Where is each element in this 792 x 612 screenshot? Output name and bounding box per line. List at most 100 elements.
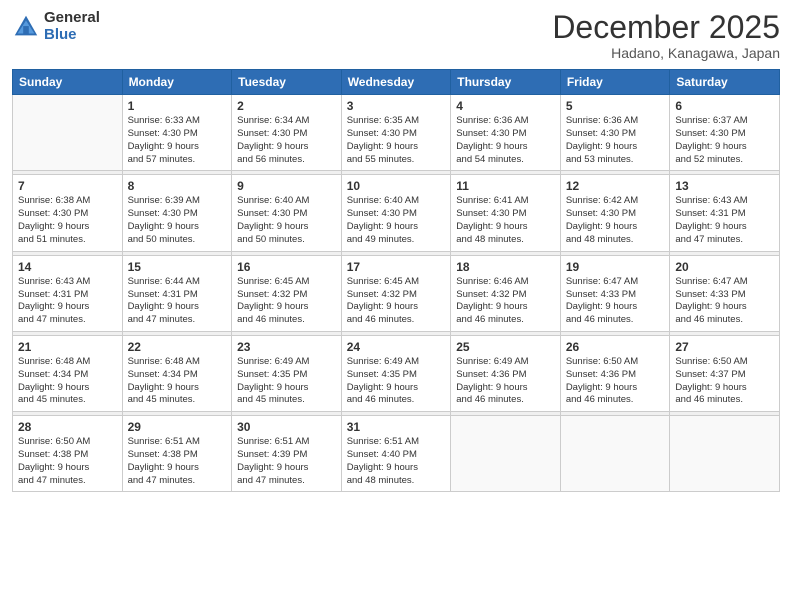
day-number: 9 [237, 179, 336, 193]
calendar-cell: 5Sunrise: 6:36 AMSunset: 4:30 PMDaylight… [560, 95, 670, 171]
day-number: 20 [675, 260, 774, 274]
day-info: Sunrise: 6:36 AMSunset: 4:30 PMDaylight:… [456, 115, 555, 166]
location-subtitle: Hadano, Kanagawa, Japan [552, 45, 780, 61]
calendar-cell [670, 416, 780, 492]
day-header-tuesday: Tuesday [232, 70, 342, 95]
day-number: 6 [675, 99, 774, 113]
day-info: Sunrise: 6:49 AMSunset: 4:36 PMDaylight:… [456, 356, 555, 407]
calendar-cell: 16 Sunrise: 6:45 AMSunset: 4:32 PMDayligh… [232, 255, 342, 331]
day-number: 10 [347, 179, 446, 193]
day-info: Sunrise: 6:45 AMSunset: 4:32 PMDaylight:… [237, 276, 336, 327]
day-number: 8 [128, 179, 227, 193]
calendar-table: SundayMondayTuesdayWednesdayThursdayFrid… [12, 69, 780, 492]
day-info: Sunrise: 6:34 AMSunset: 4:30 PMDaylight:… [237, 115, 336, 166]
day-number: 11 [456, 179, 555, 193]
calendar-cell: 31Sunrise: 6:51 AMSunset: 4:40 PMDayligh… [341, 416, 451, 492]
calendar-cell [560, 416, 670, 492]
calendar-cell: 29 Sunrise: 6:51 AMSunset: 4:38 PMDayligh… [122, 416, 232, 492]
day-info: Sunrise: 6:51 AMSunset: 4:39 PMDaylight:… [237, 436, 336, 487]
calendar-cell: 27 Sunrise: 6:50 AMSunset: 4:37 PMDayligh… [670, 335, 780, 411]
day-header-thursday: Thursday [451, 70, 561, 95]
day-number: 12 [566, 179, 665, 193]
day-number: 2 [237, 99, 336, 113]
calendar-cell: 23 Sunrise: 6:49 AMSunset: 4:35 PMDayligh… [232, 335, 342, 411]
day-number: 27 [675, 340, 774, 354]
day-number: 30 [237, 420, 336, 434]
calendar-cell: 28 Sunrise: 6:50 AMSunset: 4:38 PMDayligh… [13, 416, 123, 492]
calendar-cell: 24 Sunrise: 6:49 AMSunset: 4:35 PMDayligh… [341, 335, 451, 411]
day-info: Sunrise: 6:40 AMSunset: 4:30 PMDaylight:… [347, 195, 446, 246]
calendar-cell: 20 Sunrise: 6:47 AMSunset: 4:33 PMDayligh… [670, 255, 780, 331]
header: General Blue December 2025 Hadano, Kanag… [12, 10, 780, 61]
day-number: 28 [18, 420, 117, 434]
day-info: Sunrise: 6:42 AMSunset: 4:30 PMDaylight:… [566, 195, 665, 246]
day-info: Sunrise: 6:49 AMSunset: 4:35 PMDaylight:… [237, 356, 336, 407]
day-number: 29 [128, 420, 227, 434]
calendar-cell: 26 Sunrise: 6:50 AMSunset: 4:36 PMDayligh… [560, 335, 670, 411]
calendar-cell: 17Sunrise: 6:45 AMSunset: 4:32 PMDayligh… [341, 255, 451, 331]
month-title: December 2025 [552, 10, 780, 45]
day-info: Sunrise: 6:41 AMSunset: 4:30 PMDaylight:… [456, 195, 555, 246]
day-info: Sunrise: 6:33 AMSunset: 4:30 PMDaylight:… [128, 115, 227, 166]
calendar-cell: 12 Sunrise: 6:42 AMSunset: 4:30 PMDayligh… [560, 175, 670, 251]
day-number: 22 [128, 340, 227, 354]
week-row-2: 7 Sunrise: 6:38 AMSunset: 4:30 PMDaylight… [13, 175, 780, 251]
day-number: 26 [566, 340, 665, 354]
calendar-cell: 6 Sunrise: 6:37 AMSunset: 4:30 PMDaylight… [670, 95, 780, 171]
calendar-cell: 18 Sunrise: 6:46 AMSunset: 4:32 PMDayligh… [451, 255, 561, 331]
calendar-cell: 9 Sunrise: 6:40 AMSunset: 4:30 PMDaylight… [232, 175, 342, 251]
logo-general-text: General [44, 10, 100, 27]
day-header-row: SundayMondayTuesdayWednesdayThursdayFrid… [13, 70, 780, 95]
week-row-5: 28 Sunrise: 6:50 AMSunset: 4:38 PMDayligh… [13, 416, 780, 492]
calendar-cell: 10 Sunrise: 6:40 AMSunset: 4:30 PMDayligh… [341, 175, 451, 251]
day-number: 25 [456, 340, 555, 354]
day-info: Sunrise: 6:43 AMSunset: 4:31 PMDaylight:… [18, 276, 117, 327]
day-info: Sunrise: 6:38 AMSunset: 4:30 PMDaylight:… [18, 195, 117, 246]
day-info: Sunrise: 6:45 AMSunset: 4:32 PMDaylight:… [347, 276, 446, 327]
logo-icon [12, 13, 40, 41]
day-number: 24 [347, 340, 446, 354]
title-block: December 2025 Hadano, Kanagawa, Japan [552, 10, 780, 61]
day-info: Sunrise: 6:43 AMSunset: 4:31 PMDaylight:… [675, 195, 774, 246]
day-header-sunday: Sunday [13, 70, 123, 95]
calendar-cell: 21Sunrise: 6:48 AMSunset: 4:34 PMDayligh… [13, 335, 123, 411]
day-info: Sunrise: 6:47 AMSunset: 4:33 PMDaylight:… [675, 276, 774, 327]
calendar-cell: 4 Sunrise: 6:36 AMSunset: 4:30 PMDaylight… [451, 95, 561, 171]
day-number: 1 [128, 99, 227, 113]
day-info: Sunrise: 6:50 AMSunset: 4:36 PMDaylight:… [566, 356, 665, 407]
day-info: Sunrise: 6:37 AMSunset: 4:30 PMDaylight:… [675, 115, 774, 166]
day-info: Sunrise: 6:46 AMSunset: 4:32 PMDaylight:… [456, 276, 555, 327]
day-number: 4 [456, 99, 555, 113]
calendar-cell: 2 Sunrise: 6:34 AMSunset: 4:30 PMDaylight… [232, 95, 342, 171]
calendar-cell: 13 Sunrise: 6:43 AMSunset: 4:31 PMDayligh… [670, 175, 780, 251]
day-info: Sunrise: 6:50 AMSunset: 4:37 PMDaylight:… [675, 356, 774, 407]
day-number: 5 [566, 99, 665, 113]
day-number: 18 [456, 260, 555, 274]
day-header-monday: Monday [122, 70, 232, 95]
day-info: Sunrise: 6:48 AMSunset: 4:34 PMDaylight:… [128, 356, 227, 407]
week-row-3: 14 Sunrise: 6:43 AMSunset: 4:31 PMDayligh… [13, 255, 780, 331]
calendar-cell: 14 Sunrise: 6:43 AMSunset: 4:31 PMDayligh… [13, 255, 123, 331]
calendar-cell: 15 Sunrise: 6:44 AMSunset: 4:31 PMDayligh… [122, 255, 232, 331]
day-number: 31 [347, 420, 446, 434]
day-number: 19 [566, 260, 665, 274]
calendar-cell [13, 95, 123, 171]
day-info: Sunrise: 6:51 AMSunset: 4:38 PMDaylight:… [128, 436, 227, 487]
day-number: 7 [18, 179, 117, 193]
day-info: Sunrise: 6:39 AMSunset: 4:30 PMDaylight:… [128, 195, 227, 246]
day-info: Sunrise: 6:44 AMSunset: 4:31 PMDaylight:… [128, 276, 227, 327]
day-info: Sunrise: 6:40 AMSunset: 4:30 PMDaylight:… [237, 195, 336, 246]
week-row-1: 1 Sunrise: 6:33 AMSunset: 4:30 PMDaylight… [13, 95, 780, 171]
calendar-cell: 8 Sunrise: 6:39 AMSunset: 4:30 PMDaylight… [122, 175, 232, 251]
day-info: Sunrise: 6:49 AMSunset: 4:35 PMDaylight:… [347, 356, 446, 407]
day-number: 16 [237, 260, 336, 274]
day-header-friday: Friday [560, 70, 670, 95]
day-number: 15 [128, 260, 227, 274]
day-number: 13 [675, 179, 774, 193]
day-info: Sunrise: 6:50 AMSunset: 4:38 PMDaylight:… [18, 436, 117, 487]
day-number: 14 [18, 260, 117, 274]
calendar-cell: 7 Sunrise: 6:38 AMSunset: 4:30 PMDaylight… [13, 175, 123, 251]
calendar-cell: 25 Sunrise: 6:49 AMSunset: 4:36 PMDayligh… [451, 335, 561, 411]
day-number: 23 [237, 340, 336, 354]
logo: General Blue [12, 10, 100, 43]
